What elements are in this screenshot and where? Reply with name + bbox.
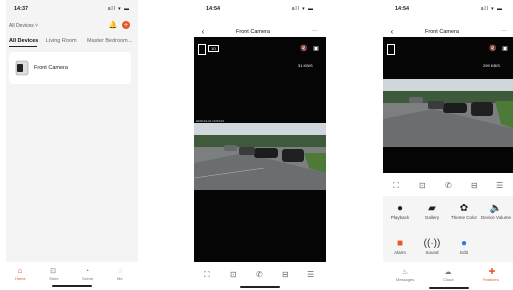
more-icon[interactable]: ···	[501, 28, 507, 34]
nav-cloud-label[interactable]: Cloud	[443, 277, 453, 282]
battery-icon	[387, 44, 395, 55]
status-bar: 14:54 all ▾ ▬	[395, 6, 503, 16]
active-tab-underline	[9, 46, 37, 47]
tab-living-room[interactable]: Living Room	[46, 38, 77, 44]
call-icon[interactable]: ✆	[445, 181, 452, 190]
nav-features-label[interactable]: Features	[483, 277, 499, 282]
bitrate-label: 31 KB/S	[298, 63, 313, 68]
status-time: 14:54	[206, 6, 221, 12]
camera-snapshot	[383, 79, 513, 147]
page-title: Front Camera	[236, 29, 270, 35]
device-volume-button[interactable]: 🔈 Device Volume	[481, 203, 511, 220]
gallery-button[interactable]: ▰ Gallery	[417, 203, 447, 220]
status-icons: all ▾ ▬	[480, 6, 503, 12]
sound-button[interactable]: ((·)) Sound	[417, 238, 447, 255]
video-area[interactable]: 1D 🔇 ▣ 31 KB/S 2020-04-21 14:54:23	[194, 37, 326, 262]
fullscreen-icon[interactable]: ▣	[501, 45, 509, 53]
nav-messages-label[interactable]: Messages	[396, 277, 414, 282]
location-selector[interactable]: All Devices ˅	[9, 23, 38, 29]
back-icon[interactable]: ‹	[388, 28, 396, 36]
features-panel: ● Playback ▰ Gallery ✿ Theme Color 🔈 Dev…	[383, 196, 513, 262]
phone-features: 14:54 all ▾ ▬ ‹ Front Camera ··· 🔇 ▣ 299…	[383, 0, 513, 290]
nav-store-label[interactable]: Store	[49, 276, 59, 281]
device-name: Front Camera	[34, 65, 68, 71]
tab-all-devices[interactable]: All Devices	[9, 38, 38, 44]
home-indicator	[52, 285, 92, 287]
status-bar: 14:37 all ▾ ▬	[14, 6, 130, 16]
menu-icon[interactable]: ☰	[307, 270, 314, 279]
sound-icon: ((·))	[423, 238, 441, 249]
me-icon[interactable]: ◌	[115, 266, 125, 276]
home-icon[interactable]: ⌂	[15, 266, 25, 276]
store-icon[interactable]: ⊡	[48, 266, 58, 276]
bitrate-label: 299 KB/S	[483, 63, 500, 68]
back-icon[interactable]: ‹	[199, 28, 207, 36]
fullscreen-toggle-icon[interactable]: ⛶	[204, 270, 210, 280]
alarm-icon: ■	[396, 238, 404, 249]
status-icons: all ▾ ▬	[107, 6, 130, 12]
fullscreen-toggle-icon[interactable]: ⛶	[393, 181, 399, 191]
menu-icon[interactable]: ☰	[496, 181, 503, 190]
nav-scene-label[interactable]: Scene	[82, 276, 93, 281]
quality-badge[interactable]: 1D	[208, 45, 220, 52]
bell-icon[interactable]: 🔔	[109, 21, 118, 29]
features-icon[interactable]: ✚	[487, 267, 497, 277]
gallery-icon: ▰	[428, 203, 436, 214]
mute-icon[interactable]: 🔇	[300, 45, 308, 53]
status-icons: all ▾ ▬	[291, 6, 314, 12]
nav-me-label[interactable]: Me	[117, 276, 123, 281]
page-title: Front Camera	[425, 29, 459, 35]
home-indicator	[429, 287, 469, 289]
status-time: 14:54	[395, 6, 410, 12]
alarm-button[interactable]: ■ Alarm	[385, 238, 415, 255]
nav-home-label[interactable]: Home	[15, 276, 26, 281]
playback-button[interactable]: ● Playback	[385, 203, 415, 220]
battery-icon	[198, 44, 206, 55]
record-icon[interactable]: ⊟	[471, 181, 478, 190]
tab-master-bedroom[interactable]: Master Bedroom	[87, 38, 128, 44]
theme-color-button[interactable]: ✿ Theme Color	[449, 203, 479, 220]
messages-icon[interactable]: ♨	[400, 267, 410, 277]
edit-icon: ●	[460, 238, 468, 249]
device-card[interactable]: Front Camera	[9, 52, 131, 84]
cloud-icon[interactable]: ☁	[443, 267, 453, 277]
screenshot-icon[interactable]: ⊡	[419, 181, 426, 190]
scene-icon[interactable]: ◔	[82, 266, 92, 276]
more-icon[interactable]: ···	[312, 28, 318, 34]
tabs-more-icon[interactable]: ...	[128, 38, 133, 44]
home-indicator	[240, 286, 280, 288]
edit-button[interactable]: ● Edit	[449, 238, 479, 255]
record-icon[interactable]: ⊟	[282, 270, 289, 279]
mute-icon[interactable]: 🔇	[489, 45, 497, 53]
camera-thumbnail-icon	[15, 60, 29, 76]
volume-icon: 🔈	[489, 203, 503, 214]
theme-icon: ✿	[459, 203, 469, 214]
call-icon[interactable]: ✆	[256, 270, 263, 279]
status-time: 14:37	[14, 6, 29, 12]
fullscreen-icon[interactable]: ▣	[312, 45, 320, 53]
phone-home: 14:37 all ▾ ▬ All Devices ˅ 🔔 + All Devi…	[6, 0, 138, 290]
add-device-icon[interactable]: +	[122, 21, 130, 29]
screenshot-icon[interactable]: ⊡	[230, 270, 237, 279]
status-bar: 14:54 all ▾ ▬	[206, 6, 314, 16]
camera-snapshot	[194, 123, 326, 190]
phone-live: 14:54 all ▾ ▬ ‹ Front Camera ··· 1D 🔇 ▣ …	[194, 0, 326, 290]
playback-icon: ●	[396, 203, 404, 214]
video-area[interactable]: 🔇 ▣ 299 KB/S	[383, 37, 513, 173]
